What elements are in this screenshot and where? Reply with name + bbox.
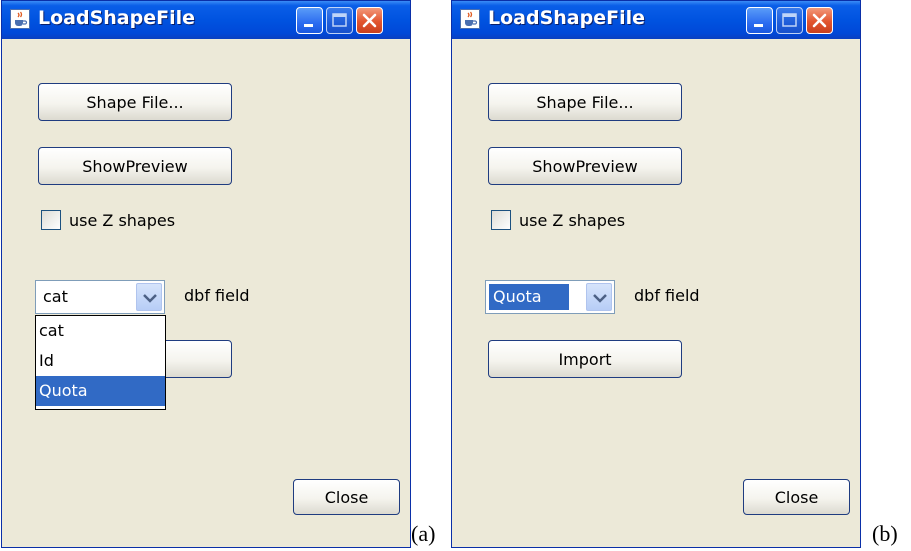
chevron-down-icon (593, 294, 607, 303)
maximize-button[interactable] (326, 7, 353, 34)
load-shape-file-window-a: LoadShapeFile Shape File... ShowPreview … (1, 0, 411, 548)
dbf-field-combo[interactable]: Quota (485, 280, 615, 314)
use-z-shapes-row: use Z shapes (491, 208, 625, 232)
caption-a: (a) (411, 521, 436, 546)
minimize-button[interactable] (746, 7, 773, 34)
combo-dropdown-button[interactable] (136, 283, 162, 311)
load-shape-file-window-b: LoadShapeFile Shape File... ShowPreview … (451, 0, 861, 548)
shape-file-button[interactable]: Shape File... (38, 83, 232, 121)
close-button[interactable]: Close (743, 479, 850, 515)
maximize-icon (782, 13, 797, 27)
close-icon (362, 13, 377, 28)
dbf-field-combo[interactable]: cat (35, 280, 165, 314)
show-preview-button[interactable]: ShowPreview (488, 147, 682, 185)
dropdown-option-quota[interactable]: Quota (36, 376, 165, 406)
title-bar[interactable]: LoadShapeFile (452, 1, 860, 39)
minimize-icon (754, 24, 763, 27)
combo-value: Quota (489, 284, 569, 310)
java-cup-icon (10, 9, 30, 29)
dbf-field-label: dbf field (634, 286, 700, 305)
maximize-icon (332, 13, 347, 27)
close-window-button[interactable] (356, 7, 383, 34)
minimize-icon (304, 24, 313, 27)
close-window-button[interactable] (806, 7, 833, 34)
use-z-shapes-label: use Z shapes (69, 210, 176, 230)
window-title: LoadShapeFile (38, 7, 195, 29)
show-preview-button[interactable]: ShowPreview (38, 147, 232, 185)
maximize-button[interactable] (776, 7, 803, 34)
close-button[interactable]: Close (293, 479, 400, 515)
chevron-down-icon (143, 294, 157, 303)
use-z-shapes-label: use Z shapes (519, 210, 626, 230)
import-button[interactable]: Import (488, 340, 682, 378)
dbf-field-label: dbf field (184, 286, 250, 305)
combo-dropdown-button[interactable] (586, 283, 612, 311)
dropdown-option-id[interactable]: Id (36, 346, 165, 376)
close-icon (812, 13, 827, 28)
minimize-button[interactable] (296, 7, 323, 34)
use-z-shapes-checkbox[interactable] (491, 210, 511, 230)
dropdown-option-cat[interactable]: cat (36, 316, 165, 346)
caption-b: (b) (872, 521, 898, 546)
use-z-shapes-row: use Z shapes (41, 208, 175, 232)
java-cup-icon (460, 9, 480, 29)
shape-file-button[interactable]: Shape File... (488, 83, 682, 121)
use-z-shapes-checkbox[interactable] (41, 210, 61, 230)
combo-value: cat (43, 287, 68, 306)
window-title: LoadShapeFile (488, 7, 645, 29)
dbf-field-dropdown-list: cat Id Quota (35, 315, 166, 410)
title-bar[interactable]: LoadShapeFile (2, 1, 410, 39)
